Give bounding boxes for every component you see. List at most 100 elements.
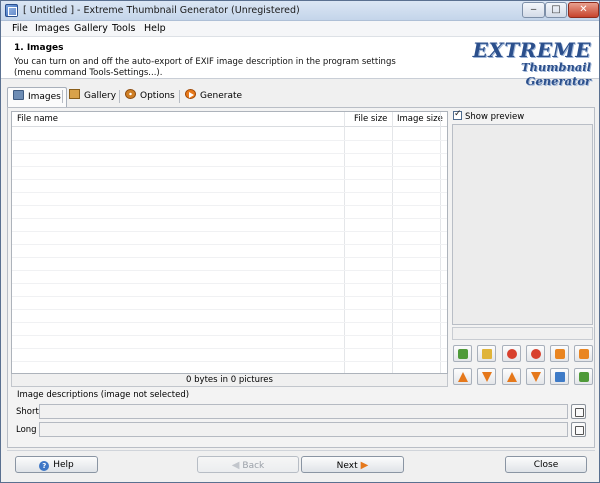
- edit-short-description-icon[interactable]: [571, 404, 586, 419]
- arrow-right-icon: ▶: [360, 460, 369, 471]
- file-list[interactable]: File name File size Image size: [11, 111, 448, 374]
- clear-all-icon: [531, 349, 541, 359]
- row-gridline: [12, 153, 447, 154]
- tab-options-label: Options: [140, 91, 175, 101]
- move-up-button[interactable]: [453, 368, 472, 385]
- add-image-button[interactable]: [453, 345, 472, 362]
- tab-generate-label: Generate: [200, 91, 243, 101]
- next-button[interactable]: Next ▶: [301, 456, 404, 473]
- redo-button[interactable]: [574, 345, 593, 362]
- logo-subtitle: Thumbnail Generator: [520, 60, 591, 88]
- move-top-icon: [507, 372, 517, 382]
- row-gridline: [12, 218, 447, 219]
- move-up-icon: [458, 372, 468, 382]
- tab-generate[interactable]: Generate: [180, 87, 247, 106]
- images-panel: File name File size Image size 0 bytes i…: [7, 107, 595, 448]
- logo-title: EXTREME: [472, 38, 591, 62]
- move-bottom-button[interactable]: [526, 368, 545, 385]
- tab-gallery[interactable]: Gallery: [64, 87, 121, 106]
- tab-options[interactable]: Options: [120, 87, 180, 106]
- step-description: You can turn on and off the auto-export …: [14, 57, 396, 78]
- menu-gallery[interactable]: Gallery: [74, 23, 108, 34]
- app-logo: EXTREME Thumbnail Generator: [467, 37, 597, 88]
- row-gridline: [12, 348, 447, 349]
- column-file-name[interactable]: File name: [17, 114, 58, 124]
- maximize-button[interactable]: □: [545, 2, 567, 18]
- column-file-size[interactable]: File size: [354, 114, 387, 124]
- images-icon: [13, 90, 24, 100]
- image-preview: [452, 124, 593, 325]
- bottom-divider: [7, 450, 595, 451]
- row-gridline: [12, 270, 447, 271]
- next-button-label: Next: [336, 461, 358, 471]
- descriptions-title: Image descriptions (image not selected): [17, 390, 190, 400]
- show-preview-checkbox[interactable]: [453, 109, 462, 120]
- menu-tools[interactable]: Tools: [112, 23, 135, 34]
- export-icon: [579, 372, 589, 382]
- gallery-icon: [69, 89, 80, 99]
- tab-separator: [62, 90, 63, 103]
- move-down-button[interactable]: [477, 368, 496, 385]
- help-button[interactable]: ? Help: [15, 456, 98, 473]
- tab-images-label: Images: [28, 92, 61, 102]
- row-gridline: [12, 140, 447, 141]
- close-button[interactable]: Close: [505, 456, 587, 473]
- step-title: 1. Images: [14, 43, 64, 53]
- remove-image-button[interactable]: [502, 345, 521, 362]
- move-down-icon: [482, 372, 492, 382]
- row-gridline: [12, 192, 447, 193]
- minimize-button[interactable]: ‒: [522, 2, 545, 18]
- tab-gallery-label: Gallery: [84, 91, 117, 101]
- row-gridline: [12, 231, 447, 232]
- row-gridline: [12, 257, 447, 258]
- step-tabs: Images Gallery Options Generate: [7, 87, 257, 108]
- export-button[interactable]: [574, 368, 593, 385]
- row-gridline: [12, 244, 447, 245]
- redo-icon: [579, 349, 589, 359]
- title-bar[interactable]: [ Untitled ] - Extreme Thumbnail Generat…: [1, 1, 599, 21]
- options-icon: [125, 89, 136, 99]
- row-gridline: [12, 205, 447, 206]
- close-window-button[interactable]: ✕: [568, 2, 599, 18]
- long-description-input[interactable]: [39, 422, 568, 437]
- sort-button[interactable]: [550, 368, 569, 385]
- edit-long-description-icon[interactable]: [571, 422, 586, 437]
- file-list-header: File name File size Image size: [12, 112, 447, 127]
- tab-images[interactable]: Images: [7, 87, 67, 108]
- remove-image-icon: [507, 349, 517, 359]
- row-gridline: [12, 335, 447, 336]
- row-gridline: [12, 361, 447, 362]
- long-description-label: Long: [16, 425, 37, 435]
- undo-button[interactable]: [550, 345, 569, 362]
- row-gridline: [12, 179, 447, 180]
- back-button[interactable]: ◀ Back: [197, 456, 299, 473]
- row-gridline: [12, 309, 447, 310]
- add-folder-button[interactable]: [477, 345, 496, 362]
- menu-images[interactable]: Images: [35, 23, 70, 34]
- help-button-label: Help: [53, 460, 74, 470]
- column-image-size[interactable]: Image size: [397, 114, 443, 124]
- row-gridline: [12, 283, 447, 284]
- file-list-status: 0 bytes in 0 pictures: [11, 374, 448, 387]
- menu-file[interactable]: File: [12, 23, 28, 34]
- app-window: [ Untitled ] - Extreme Thumbnail Generat…: [0, 0, 600, 483]
- menu-help[interactable]: Help: [144, 23, 166, 34]
- window-title: [ Untitled ] - Extreme Thumbnail Generat…: [23, 5, 300, 16]
- menu-bar: File Images Gallery Tools Help: [1, 21, 599, 37]
- short-description-label: Short: [16, 407, 39, 417]
- move-top-button[interactable]: [502, 368, 521, 385]
- move-bottom-icon: [531, 372, 541, 382]
- short-description-input[interactable]: [39, 404, 568, 419]
- add-folder-icon: [482, 349, 492, 359]
- help-icon: ?: [39, 461, 50, 471]
- show-preview-toggle[interactable]: Show preview: [453, 109, 525, 123]
- clear-all-button[interactable]: [526, 345, 545, 362]
- undo-icon: [555, 349, 565, 359]
- add-image-icon: [458, 349, 468, 359]
- show-preview-label: Show preview: [465, 112, 525, 122]
- generate-icon: [185, 89, 196, 99]
- row-gridline: [12, 322, 447, 323]
- back-button-label: Back: [242, 461, 265, 471]
- step-header: 1. Images You can turn on and off the au…: [1, 37, 599, 88]
- arrow-left-icon: ◀: [231, 460, 240, 471]
